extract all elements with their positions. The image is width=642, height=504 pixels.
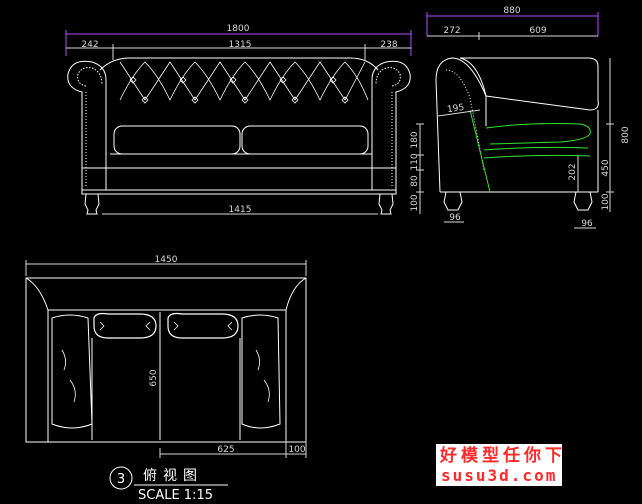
dim-text-650: 650: [149, 369, 159, 386]
view-title: 俯视图: [143, 468, 203, 484]
dim-text-238: 238: [380, 40, 397, 50]
side-leg-back: [573, 191, 593, 211]
cad-drawing: 1800 242 1315 238 1415 180 110 80 100 88…: [25, 6, 631, 503]
dim-text-1800: 1800: [227, 24, 250, 34]
dim-text-96-back: 96: [581, 219, 593, 229]
dim-text-180: 180: [410, 131, 420, 148]
front-cushion-right: [241, 125, 369, 155]
watermark-chinese: 好模型任你下: [439, 445, 566, 466]
top-dims: 650 625 100: [149, 369, 307, 458]
view-title-block: 3 俯视图 SCALE 1:15: [109, 466, 228, 503]
dim-text-1315: 1315: [229, 40, 252, 50]
dim-text-1415: 1415: [229, 205, 252, 215]
dim-text-80: 80: [410, 175, 420, 187]
front-left-arm: [67, 60, 107, 190]
front-right-arm: [371, 60, 411, 190]
dim-text-800: 800: [621, 126, 631, 143]
dim-text-609: 609: [529, 26, 546, 36]
dim-depth-split: 272 609: [427, 26, 598, 40]
dim-text-625: 625: [217, 445, 234, 455]
dim-inner-width-front: 1415: [102, 205, 378, 215]
top-arm-right: [241, 314, 281, 429]
dim-text-100-side: 100: [601, 193, 611, 210]
side-dims: 195 800 450 100 202 96 96: [437, 58, 631, 229]
front-view: 1800 242 1315 238 1415 180 110 80 100: [65, 24, 424, 215]
dim-text-450: 450: [601, 159, 611, 176]
dim-arm-widths-front: 242 1315 238: [66, 40, 411, 60]
dim-overall-width-top: 1450: [25, 255, 307, 276]
side-view: 880 272 609 195 800 450 100 202 96 96: [426, 6, 631, 229]
dim-text-272: 272: [443, 26, 460, 36]
front-leg-right: [378, 193, 394, 215]
view-number: 3: [117, 472, 125, 487]
dim-text-1450: 1450: [155, 255, 178, 265]
front-tufting: [119, 61, 369, 104]
watermark: 好模型任你下 susu3d.com: [436, 444, 566, 486]
dim-text-100: 100: [410, 194, 420, 211]
dim-text-96-front: 96: [449, 213, 461, 223]
scale-text: SCALE 1:15: [138, 488, 213, 503]
dim-text-100-top: 100: [288, 445, 305, 455]
watermark-url: susu3d.com: [441, 466, 557, 485]
front-leg-left: [84, 193, 100, 215]
top-outline: [25, 277, 307, 443]
dim-text-195: 195: [447, 103, 465, 115]
dim-text-242: 242: [81, 40, 98, 50]
front-cushion-left: [113, 125, 241, 155]
dim-text-110: 110: [410, 153, 420, 170]
side-leg-front: [443, 191, 463, 211]
top-pillow-right: [167, 312, 239, 339]
top-view: 1450 650 625 100: [25, 255, 307, 458]
dim-text-202: 202: [568, 163, 578, 180]
dim-text-880: 880: [503, 6, 520, 16]
top-arm-left: [51, 314, 93, 429]
dim-heights-front: 180 110 80 100: [410, 123, 424, 214]
